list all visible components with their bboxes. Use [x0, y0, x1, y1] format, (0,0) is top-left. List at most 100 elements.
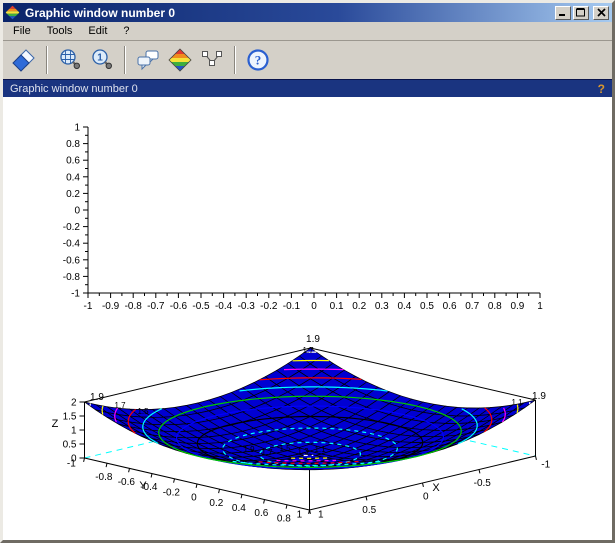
- axes-2d: -1 -0.9 -0.8 -0.7 -0.6 -0.5 -0.4 -0.3 -0.2 -0.1 0 0…: [63, 123, 543, 313]
- svg-text:1: 1: [74, 123, 80, 134]
- svg-text:1.3: 1.3: [297, 447, 309, 456]
- svg-text:0.9: 0.9: [510, 301, 524, 312]
- svg-text:1: 1: [537, 301, 543, 312]
- svg-text:0.2: 0.2: [209, 498, 223, 509]
- svg-text:0.5: 0.5: [420, 301, 434, 312]
- svg-text:-0.4: -0.4: [63, 239, 81, 250]
- svg-text:0.6: 0.6: [254, 508, 268, 519]
- svg-text:1.7: 1.7: [114, 401, 126, 410]
- svg-text:1.5: 1.5: [279, 444, 291, 453]
- toolbar: 1: [3, 40, 612, 79]
- help-icon: ?: [246, 48, 270, 72]
- scilab-graphic-window: Graphic window number 0 File Tools Edit …: [0, 0, 615, 543]
- svg-text:0.4: 0.4: [232, 503, 246, 514]
- svg-text:-0.8: -0.8: [63, 272, 81, 283]
- titlebar[interactable]: Graphic window number 0: [3, 3, 612, 22]
- toolbar-separator: [124, 46, 126, 74]
- menu-tools[interactable]: Tools: [39, 23, 81, 39]
- initial-zoom-icon: 1: [90, 48, 114, 72]
- svg-text:-0.2: -0.2: [63, 222, 81, 233]
- graphics-canvas[interactable]: -1 -0.9 -0.8 -0.7 -0.6 -0.5 -0.4 -0.3 -0.2 -0.1 0 0…: [3, 97, 612, 540]
- svg-text:-0.2: -0.2: [260, 301, 278, 312]
- svg-text:1: 1: [71, 426, 77, 437]
- menu-file[interactable]: File: [5, 23, 39, 39]
- svg-text:-0.8: -0.8: [95, 472, 113, 483]
- svg-text:-0.8: -0.8: [125, 301, 143, 312]
- svg-text:1.1: 1.1: [314, 445, 326, 454]
- svg-text:1.9: 1.9: [90, 392, 104, 403]
- infobar: Graphic window number 0 ?: [3, 79, 612, 97]
- help-button[interactable]: ?: [243, 45, 273, 75]
- zoom-area-button[interactable]: [55, 45, 85, 75]
- svg-text:0: 0: [74, 206, 80, 217]
- surface-plot-3d: -1-0.8-0.6-0.4-0.200.20.40.60.8110.50-0.…: [52, 334, 551, 524]
- svg-text:-0.4: -0.4: [215, 301, 233, 312]
- svg-text:-0.6: -0.6: [63, 255, 81, 266]
- svg-text:0.8: 0.8: [488, 301, 502, 312]
- svg-text:1: 1: [318, 510, 324, 521]
- svg-text:-0.6: -0.6: [118, 477, 136, 488]
- rotate-axes-button[interactable]: [165, 45, 195, 75]
- toolbar-separator: [46, 46, 48, 74]
- svg-text:-0.7: -0.7: [147, 301, 165, 312]
- svg-text:0.5: 0.5: [362, 505, 376, 516]
- infobar-help[interactable]: ?: [598, 82, 605, 96]
- menu-help[interactable]: ?: [115, 23, 137, 39]
- svg-text:-0.2: -0.2: [163, 487, 181, 498]
- svg-text:1: 1: [97, 53, 103, 64]
- svg-text:1.9: 1.9: [243, 445, 255, 454]
- zoom-area-icon: [58, 48, 82, 72]
- svg-text:1.1: 1.1: [511, 398, 523, 407]
- svg-text:1.7: 1.7: [302, 346, 314, 355]
- svg-text:1.5: 1.5: [63, 412, 77, 423]
- minimize-button[interactable]: [555, 6, 571, 20]
- svg-text:1: 1: [297, 510, 303, 521]
- svg-text:1.5: 1.5: [137, 407, 149, 416]
- svg-text:-0.1: -0.1: [283, 301, 301, 312]
- maximize-icon: [576, 8, 586, 17]
- svg-text:Z: Z: [52, 418, 59, 430]
- polyline-nodes-icon: [200, 48, 224, 72]
- svg-text:0: 0: [423, 492, 429, 503]
- close-button[interactable]: [593, 6, 609, 20]
- window-title: Graphic window number 0: [24, 6, 551, 20]
- svg-text:0.2: 0.2: [66, 189, 80, 200]
- svg-text:-1: -1: [541, 460, 550, 471]
- svg-text:2: 2: [71, 398, 77, 409]
- svg-text:1.9: 1.9: [306, 334, 320, 345]
- svg-text:0.2: 0.2: [352, 301, 366, 312]
- svg-text:-1: -1: [84, 301, 93, 312]
- menubar: File Tools Edit ?: [3, 22, 612, 40]
- svg-text:0: 0: [71, 454, 77, 465]
- ged-editor-button[interactable]: [133, 45, 163, 75]
- svg-text:-0.6: -0.6: [170, 301, 188, 312]
- menu-edit[interactable]: Edit: [80, 23, 115, 39]
- svg-text:-0.5: -0.5: [192, 301, 210, 312]
- maximize-button[interactable]: [573, 6, 589, 20]
- svg-text:0.4: 0.4: [66, 172, 80, 183]
- svg-text:0.1: 0.1: [330, 301, 344, 312]
- rotate-axes-icon: [168, 48, 192, 72]
- speech-bubbles-icon: [136, 48, 160, 72]
- svg-text:0: 0: [191, 493, 197, 504]
- svg-text:0.4: 0.4: [397, 301, 411, 312]
- svg-text:1.7: 1.7: [261, 448, 273, 457]
- initial-zoom-button[interactable]: 1: [87, 45, 117, 75]
- svg-text:1.9: 1.9: [532, 391, 546, 402]
- data-editor-button[interactable]: [197, 45, 227, 75]
- svg-text:-0.9: -0.9: [102, 301, 120, 312]
- svg-text:-0.3: -0.3: [238, 301, 256, 312]
- export-icon: [12, 48, 36, 72]
- infobar-text: Graphic window number 0: [10, 83, 138, 95]
- svg-text:-0.5: -0.5: [474, 478, 492, 489]
- export-figure-button[interactable]: [9, 45, 39, 75]
- svg-text:0.5: 0.5: [63, 440, 77, 451]
- svg-text:?: ?: [255, 53, 262, 68]
- app-icon: [5, 5, 20, 20]
- svg-text:0.7: 0.7: [465, 301, 479, 312]
- svg-text:0: 0: [311, 301, 317, 312]
- svg-text:0.8: 0.8: [277, 513, 291, 524]
- plot-area[interactable]: -1 -0.9 -0.8 -0.7 -0.6 -0.5 -0.4 -0.3 -0.2 -0.1 0 0…: [3, 97, 612, 542]
- svg-text:0.6: 0.6: [443, 301, 457, 312]
- window-controls: [555, 6, 610, 20]
